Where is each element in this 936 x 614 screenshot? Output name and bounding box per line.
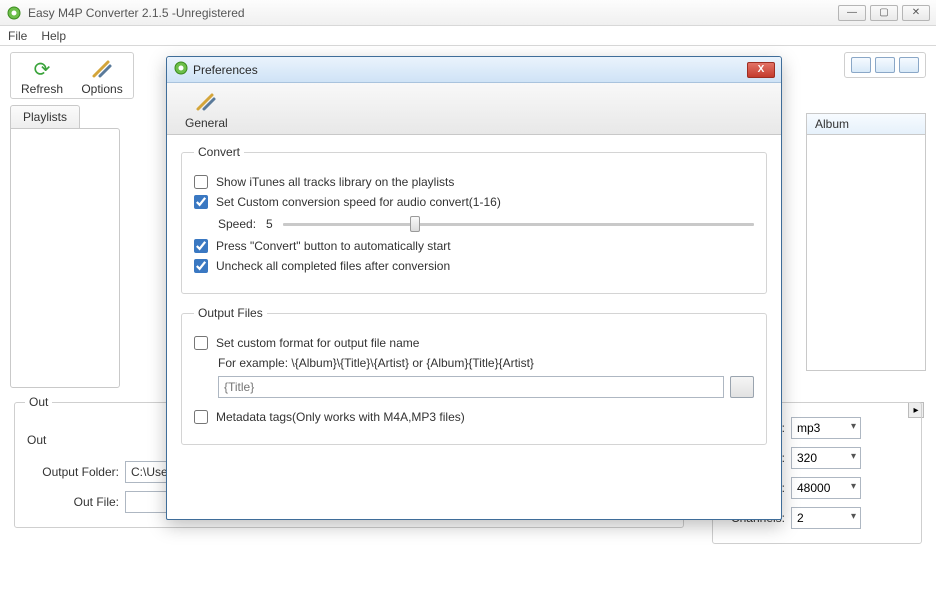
format-input[interactable]	[218, 376, 724, 398]
column-header-album[interactable]: Album	[806, 113, 926, 135]
metadata-checkbox[interactable]	[194, 410, 208, 424]
output-folder-label: Output Folder:	[27, 465, 119, 479]
format-example: For example: \{Album}\{Title}\{Artist} o…	[218, 356, 754, 370]
auto-start-row[interactable]: Press "Convert" button to automatically …	[194, 239, 754, 253]
tab-general[interactable]: General	[175, 86, 238, 134]
view-button-1[interactable]	[851, 57, 871, 73]
menu-file[interactable]: File	[8, 29, 27, 43]
speed-value: 5	[266, 217, 273, 231]
dialog-app-icon	[173, 60, 189, 79]
main-titlebar: Easy M4P Converter 2.1.5 -Unregistered —…	[0, 0, 936, 26]
playlists-panel: Playlists	[10, 105, 120, 388]
bitrate-combo[interactable]: 320	[791, 447, 861, 469]
output-sublabel: Out	[27, 433, 46, 447]
maximize-button[interactable]: ▢	[870, 5, 898, 21]
dialog-close-button[interactable]: X	[747, 62, 775, 78]
menu-help[interactable]: Help	[41, 29, 66, 43]
view-button-2[interactable]	[875, 57, 895, 73]
convert-legend: Convert	[194, 145, 244, 159]
custom-format-row[interactable]: Set custom format for output file name	[194, 336, 754, 350]
view-buttons	[844, 52, 926, 78]
refresh-button[interactable]: ⟳ Refresh	[21, 57, 63, 96]
codec-combo[interactable]: mp3	[791, 417, 861, 439]
dialog-tabstrip: General	[167, 83, 781, 135]
show-itunes-checkbox[interactable]	[194, 175, 208, 189]
format-picker-button[interactable]	[730, 376, 754, 398]
minimize-button[interactable]: —	[838, 5, 866, 21]
close-button[interactable]: ✕	[902, 5, 930, 21]
refresh-icon: ⟳	[28, 57, 56, 81]
speed-label: Speed:	[218, 217, 256, 231]
toolbar: ⟳ Refresh Options	[10, 52, 134, 99]
output-files-legend: Output Files	[194, 306, 267, 320]
show-itunes-row[interactable]: Show iTunes all tracks library on the pl…	[194, 175, 754, 189]
playlists-tab[interactable]: Playlists	[10, 105, 80, 128]
uncheck-done-row[interactable]: Uncheck all completed files after conver…	[194, 259, 754, 273]
speed-slider[interactable]	[283, 215, 754, 233]
output-legend: Out	[25, 395, 52, 409]
samplerate-combo[interactable]: 48000	[791, 477, 861, 499]
app-icon	[6, 5, 22, 21]
dialog-title: Preferences	[193, 63, 258, 77]
playlists-list[interactable]	[10, 128, 120, 388]
uncheck-done-checkbox[interactable]	[194, 259, 208, 273]
outfile-label: Out File:	[27, 495, 119, 509]
general-icon	[194, 90, 218, 114]
window-title: Easy M4P Converter 2.1.5 -Unregistered	[28, 6, 245, 20]
options-icon	[88, 57, 116, 81]
group-output-files: Output Files Set custom format for outpu…	[181, 306, 767, 445]
group-convert: Convert Show iTunes all tracks library o…	[181, 145, 767, 294]
preferences-dialog: Preferences X General Convert Show iTune…	[166, 56, 782, 520]
track-list[interactable]	[806, 135, 926, 371]
custom-speed-checkbox[interactable]	[194, 195, 208, 209]
menubar: File Help	[0, 26, 936, 46]
channels-combo[interactable]: 2	[791, 507, 861, 529]
metadata-row[interactable]: Metadata tags(Only works with M4A,MP3 fi…	[194, 410, 754, 424]
auto-start-checkbox[interactable]	[194, 239, 208, 253]
custom-format-checkbox[interactable]	[194, 336, 208, 350]
custom-speed-row[interactable]: Set Custom conversion speed for audio co…	[194, 195, 754, 209]
options-button[interactable]: Options	[81, 57, 123, 96]
view-button-3[interactable]	[899, 57, 919, 73]
dialog-titlebar[interactable]: Preferences X	[167, 57, 781, 83]
